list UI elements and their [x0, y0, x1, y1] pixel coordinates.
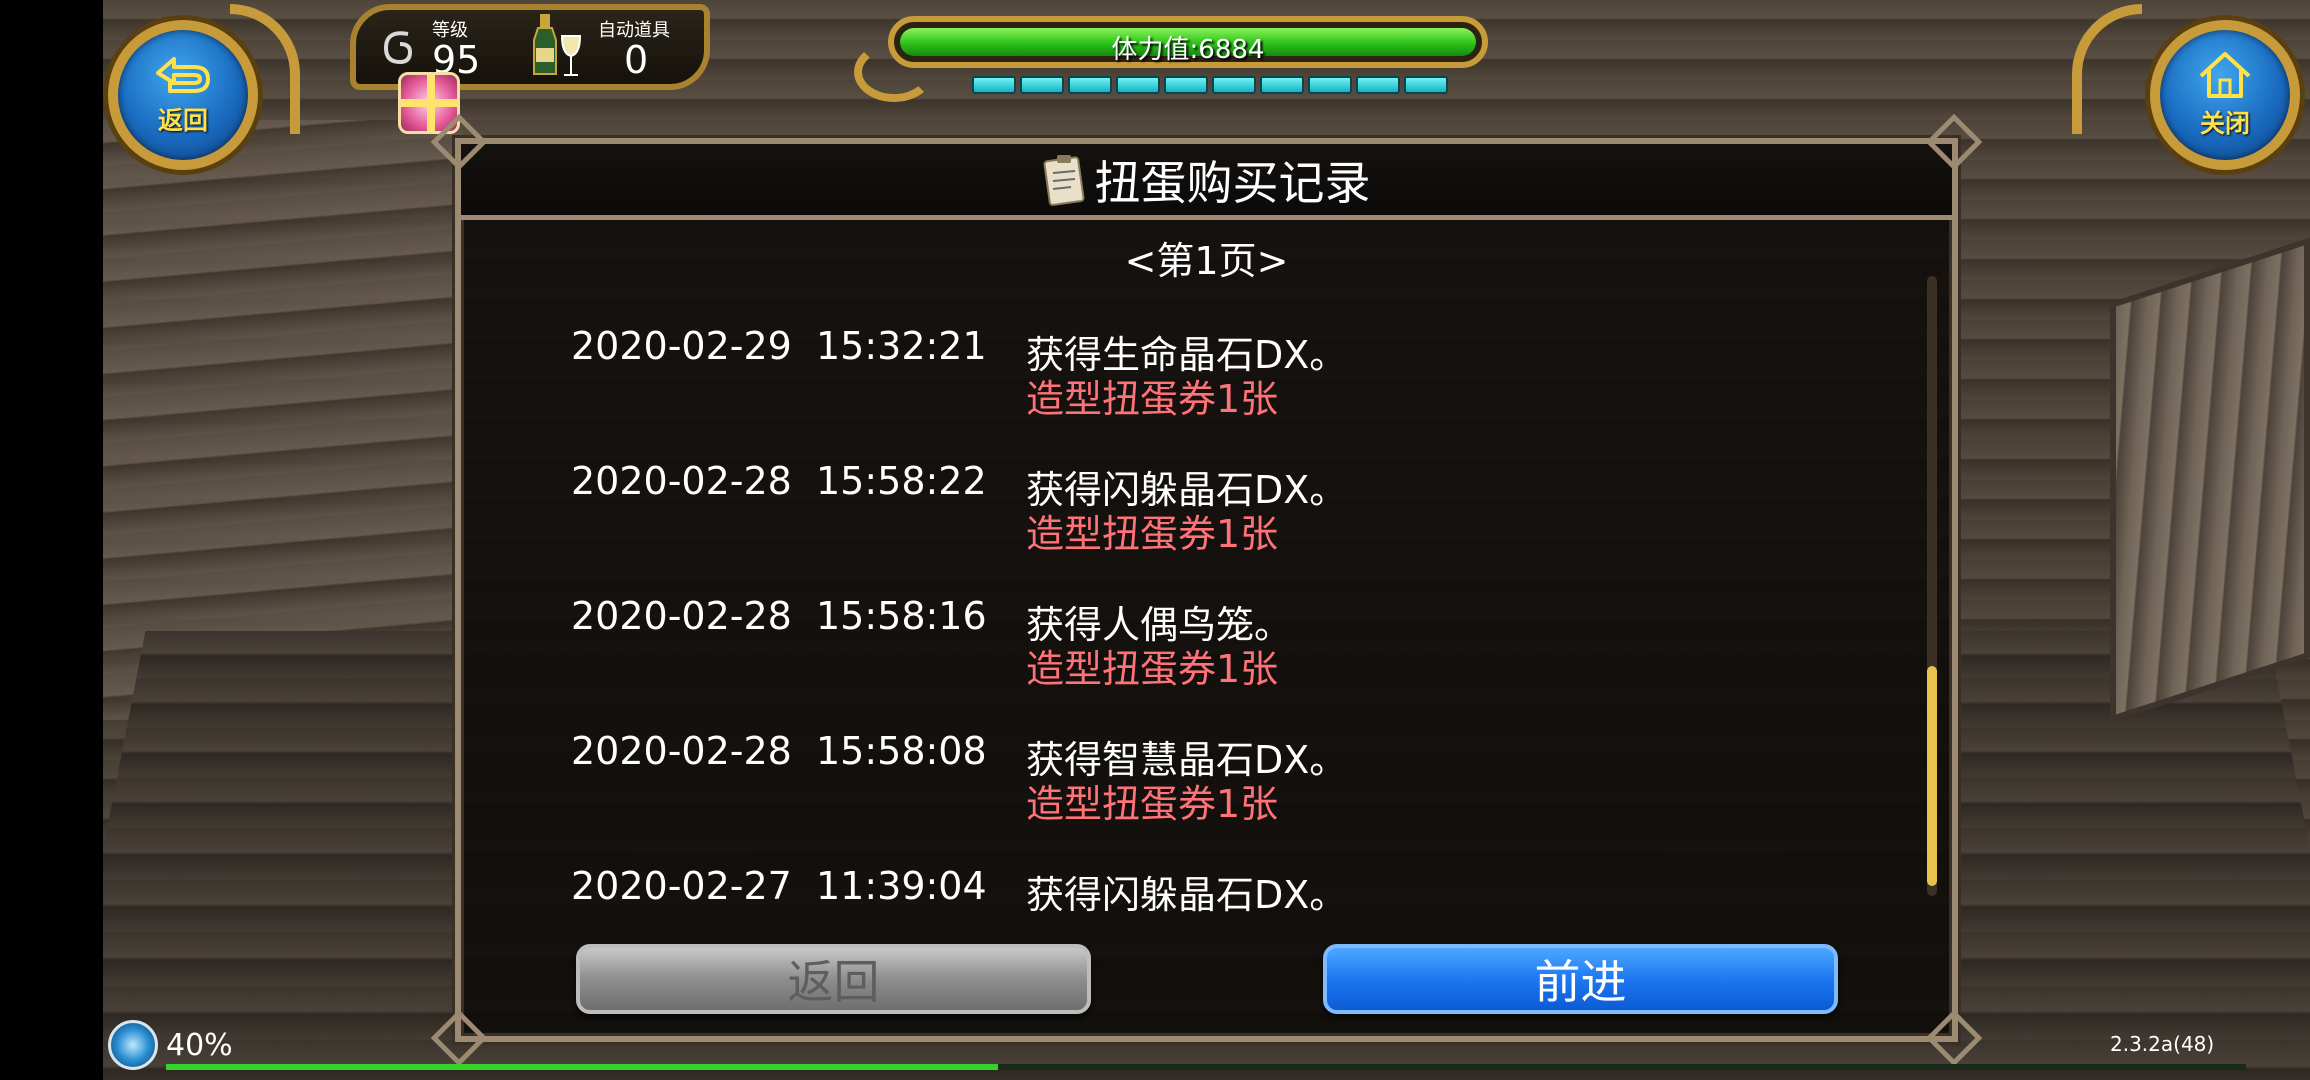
close-button[interactable]: 关闭 — [2150, 20, 2300, 170]
stamina-pip — [1260, 76, 1304, 94]
home-icon — [2199, 52, 2251, 98]
dialog-header: 扭蛋购买记录 — [461, 144, 1952, 220]
stamina-pip — [1020, 76, 1064, 94]
clipboard-icon — [1043, 154, 1085, 206]
stamina-text: 体力值:6884 — [1111, 35, 1265, 65]
wooden-wall — [103, 120, 463, 720]
gacha-history-dialog: 扭蛋购买记录 <第1页> 2020-02-29 15:32:21 获得生命晶石DX… — [430, 113, 1983, 1067]
undo-arrow-icon — [156, 57, 210, 93]
champagne-bottle-icon — [533, 14, 557, 75]
loading-percent: 40% — [166, 1028, 233, 1063]
record-cost: 造型扭蛋券1张 — [1026, 512, 1279, 556]
record-row: 2020-02-28 15:58:22 获得闪躲晶石DX。 造型扭蛋券1张 — [571, 459, 1771, 569]
record-row: 2020-02-28 15:58:08 获得智慧晶石DX。 造型扭蛋券1张 — [571, 729, 1771, 839]
record-time: 2020-02-28 15:58:16 — [571, 594, 987, 638]
dialog-title: 扭蛋购买记录 — [1094, 155, 1371, 210]
record-time: 2020-02-29 15:32:21 — [571, 324, 987, 368]
stamina-pip — [1164, 76, 1208, 94]
record-cost: 造型扭蛋券1张 — [1026, 377, 1279, 421]
record-row: 2020-02-28 15:58:16 获得人偶鸟笼。 造型扭蛋券1张 — [571, 594, 1771, 704]
stamina-pips — [972, 76, 1448, 94]
stamina-pip — [1308, 76, 1352, 94]
stamina-pip — [1116, 76, 1160, 94]
stamina-gauge: 体力值:6884 — [854, 12, 1500, 102]
stamina-pip — [1212, 76, 1256, 94]
close-button-label: 关闭 — [2199, 109, 2250, 138]
stamina-bar: 体力值:6884 — [888, 16, 1488, 68]
scrollbar[interactable] — [1927, 276, 1937, 896]
wine-glass-icon — [560, 35, 582, 76]
previous-page-button[interactable]: 返回 — [576, 944, 1091, 1014]
loading-bar — [166, 1064, 2246, 1070]
stamina-pip — [1404, 76, 1448, 94]
back-button-label: 返回 — [157, 106, 208, 135]
version-label: 2.3.2a(48) — [2110, 1032, 2215, 1056]
auto-item-value: 0 — [624, 38, 649, 82]
loading-bar-fill — [166, 1064, 998, 1070]
stamina-pip — [972, 76, 1016, 94]
record-item: 获得闪躲晶石DX。 — [1026, 873, 1348, 917]
back-button[interactable]: 返回 — [108, 20, 258, 170]
record-time: 2020-02-28 15:58:08 — [571, 729, 987, 773]
record-row: 2020-02-29 15:32:21 获得生命晶石DX。 造型扭蛋券1张 — [571, 324, 1771, 434]
stamina-pip — [1356, 76, 1400, 94]
record-time: 2020-02-28 15:58:22 — [571, 459, 987, 503]
record-time: 2020-02-27 11:39:04 — [571, 864, 987, 908]
stamina-pip — [1068, 76, 1112, 94]
page-indicator: <第1页> — [1124, 239, 1289, 283]
scrollbar-thumb[interactable] — [1927, 666, 1937, 886]
record-cost: 造型扭蛋券1张 — [1026, 647, 1279, 691]
wooden-crate — [2110, 237, 2310, 723]
record-cost: 造型扭蛋券1张 — [1026, 782, 1279, 826]
next-page-button[interactable]: 前进 — [1323, 944, 1838, 1014]
level-swirl-icon — [383, 31, 413, 65]
loading-orb-icon — [108, 1020, 158, 1070]
